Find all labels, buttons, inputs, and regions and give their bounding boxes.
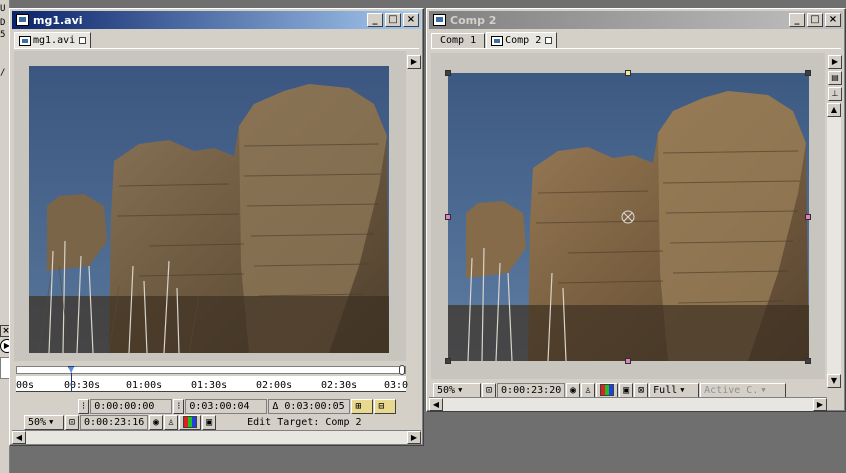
comp-view-controls: 50% ⊡ 0:00:23:20 ◉ ♙ ▣ ⊠ Full Active C. — [433, 382, 787, 398]
comp-titlebar[interactable]: Comp 2 _ □ × — [429, 11, 843, 29]
comp-icon — [491, 35, 504, 46]
layer-handle[interactable] — [805, 358, 811, 364]
duration-value: Δ 0:03:00:05 — [268, 398, 351, 414]
ruler-label: 02:00s — [256, 380, 293, 391]
tree-icon[interactable]: ⊥ — [828, 87, 842, 101]
channel-icon[interactable] — [179, 414, 202, 430]
scroll-right-icon[interactable]: ▶ — [813, 398, 827, 411]
close-icon[interactable]: × — [825, 13, 841, 27]
timecode-display[interactable]: 0:00:23:20 — [497, 382, 566, 398]
close-icon[interactable]: × — [403, 13, 419, 27]
maximize-icon[interactable]: □ — [385, 13, 401, 27]
transparency-icon[interactable]: ⊠ — [634, 382, 649, 398]
layer-handle[interactable] — [625, 70, 631, 76]
comp-window: Comp 2 _ □ × Comp 1 Comp 2 ▶ ▤ ⊥ ▲ ▼ 50%… — [426, 8, 846, 412]
out-point-value[interactable]: 0:03:00:04 — [185, 398, 268, 414]
ripple-insert-edit-button[interactable]: ⊞ — [351, 398, 374, 414]
in-point-value[interactable]: 0:00:00:00 — [90, 398, 173, 414]
minimize-icon[interactable]: _ — [367, 13, 383, 27]
scroll-left-icon[interactable]: ◀ — [429, 398, 443, 411]
comp-tabs: Comp 1 Comp 2 — [431, 32, 841, 49]
camera-dropdown[interactable]: Active C. — [700, 382, 787, 398]
fit-view-icon[interactable]: ⊡ — [65, 414, 80, 430]
ruler-label: 01:30s — [191, 380, 228, 391]
zoom-dropdown[interactable]: 50% — [433, 382, 481, 398]
footage-titlebar[interactable]: mg1.avi _ □ × — [12, 11, 421, 29]
maximize-icon[interactable]: □ — [807, 13, 823, 27]
footage-frame — [29, 66, 389, 353]
menu-arrow-icon[interactable]: ▶ — [407, 55, 421, 69]
tab-label: mg1.avi — [33, 34, 76, 46]
scroll-left-icon[interactable]: ◀ — [12, 431, 26, 444]
zoom-dropdown[interactable]: 50% — [24, 414, 64, 430]
ruler-label: 02:30s — [321, 380, 358, 391]
scroll-down-icon[interactable]: ▼ — [827, 374, 841, 388]
menu-arrow-icon[interactable]: ▶ — [828, 55, 842, 69]
overlay-edit-button[interactable]: ⊟ — [374, 398, 397, 414]
panel-char: U — [0, 4, 6, 14]
timecode-display[interactable]: 0:00:23:16 — [80, 414, 149, 430]
tab-footage[interactable]: mg1.avi — [14, 32, 92, 48]
comp-viewer[interactable] — [431, 53, 825, 379]
minimize-icon[interactable]: _ — [789, 13, 805, 27]
window-title: mg1.avi — [33, 13, 83, 27]
tab-close-icon[interactable] — [545, 37, 553, 44]
tab-close-icon[interactable] — [79, 37, 87, 44]
region-icon[interactable]: ▣ — [202, 414, 217, 430]
channel-icon[interactable] — [596, 382, 619, 398]
ruler-label: 03:0 — [384, 380, 409, 391]
person-icon[interactable]: ♙ — [164, 414, 179, 430]
tab-comp-2[interactable]: Comp 2 — [486, 32, 558, 48]
comp-scrollbar[interactable]: ◀ ▶ — [429, 397, 827, 411]
rock-landscape-image — [448, 73, 809, 361]
layer-handle[interactable] — [445, 358, 451, 364]
tab-label: Comp 2 — [505, 34, 542, 46]
ruler-label: 01:00s — [126, 380, 163, 391]
resolution-dropdown[interactable]: Full — [649, 382, 700, 398]
footage-view-controls: 50% ⊡ 0:00:23:16 ◉ ♙ ▣ Edit Target: Comp… — [24, 414, 362, 430]
set-in-point-button[interactable]: ⁝ — [78, 398, 90, 414]
footage-window: mg1.avi _ □ × mg1.avi ▶ 00s 00:30s 01:00… — [9, 8, 424, 446]
tab-label: Comp 1 — [440, 35, 477, 46]
footage-file-icon — [16, 14, 29, 26]
in-out-controls: ⁝ 0:00:00:00 ⁝ 0:03:00:04 Δ 0:03:00:05 ⊞… — [78, 398, 397, 414]
panel-char: / — [0, 68, 6, 78]
edit-target-label: Edit Target: Comp 2 — [247, 416, 362, 428]
footage-tabs: mg1.avi — [14, 32, 419, 49]
set-out-point-button[interactable]: ⁝ — [173, 398, 185, 414]
ruler-label: 00s — [16, 380, 35, 391]
window-title: Comp 2 — [450, 13, 497, 27]
panel-char: 5 — [0, 30, 6, 40]
scroll-right-icon[interactable]: ▶ — [407, 431, 421, 444]
footage-scrollbar[interactable]: ◀ ▶ — [12, 430, 421, 444]
comp-vertical-scrollbar[interactable]: ▲ ▼ — [827, 103, 841, 388]
tab-comp-1[interactable]: Comp 1 — [431, 33, 486, 48]
person-icon[interactable]: ♙ — [581, 382, 596, 398]
current-time-indicator[interactable] — [67, 366, 75, 392]
camera-icon[interactable]: ◉ — [149, 414, 164, 430]
panel-char: D — [0, 18, 6, 28]
time-navigator-end[interactable] — [399, 365, 405, 375]
region-icon[interactable]: ▣ — [619, 382, 634, 398]
footage-file-icon — [19, 35, 31, 46]
layer-handle[interactable] — [625, 358, 631, 364]
layer-handle[interactable] — [445, 214, 451, 220]
layer-handle[interactable] — [805, 70, 811, 76]
fit-view-icon[interactable]: ⊡ — [482, 382, 497, 398]
camera-icon[interactable]: ◉ — [566, 382, 581, 398]
rock-landscape-image — [29, 66, 389, 353]
flowchart-icon[interactable]: ▤ — [828, 71, 842, 85]
footage-viewer[interactable] — [14, 51, 406, 361]
layer-handle[interactable] — [445, 70, 451, 76]
scroll-up-icon[interactable]: ▲ — [827, 103, 841, 117]
layer-handle[interactable] — [805, 214, 811, 220]
comp-icon — [433, 14, 446, 26]
comp-frame — [448, 73, 809, 361]
